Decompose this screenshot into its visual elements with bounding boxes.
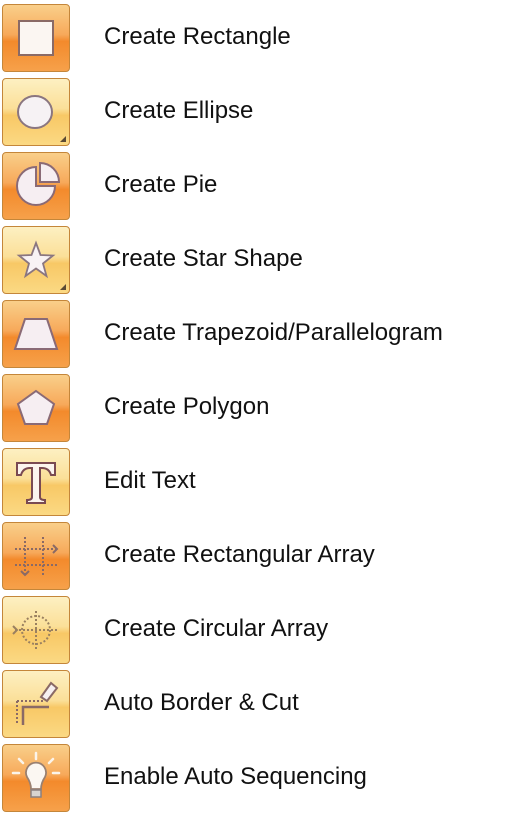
- tool-label: Create Rectangle: [104, 23, 291, 50]
- border-cut-icon[interactable]: [2, 670, 70, 738]
- tool-label: Create Ellipse: [104, 97, 254, 124]
- ellipse-icon[interactable]: [2, 78, 70, 146]
- dropdown-corner-icon: [60, 284, 66, 290]
- polygon-icon[interactable]: [2, 374, 70, 442]
- tool-label: Create Pie: [104, 171, 218, 198]
- tool-create-rectangle[interactable]: Create Rectangle: [0, 4, 523, 78]
- tool-label: Enable Auto Sequencing: [104, 763, 367, 790]
- trapezoid-icon[interactable]: [2, 300, 70, 368]
- tool-edit-text[interactable]: Edit Text: [0, 448, 523, 522]
- tool-create-rectangular-array[interactable]: Create Rectangular Array: [0, 522, 523, 596]
- dropdown-corner-icon: [60, 136, 66, 142]
- tool-label: Create Rectangular Array: [104, 541, 375, 568]
- tool-label: Create Circular Array: [104, 615, 329, 642]
- rectangle-icon[interactable]: [2, 4, 70, 72]
- tool-label: Create Polygon: [104, 393, 270, 420]
- tool-create-circular-array[interactable]: Create Circular Array: [0, 596, 523, 670]
- circular-array-icon[interactable]: [2, 596, 70, 664]
- text-icon[interactable]: [2, 448, 70, 516]
- tool-label: Edit Text: [104, 467, 196, 494]
- tool-enable-auto-sequencing[interactable]: Enable Auto Sequencing: [0, 744, 523, 818]
- tool-create-polygon[interactable]: Create Polygon: [0, 374, 523, 448]
- pie-icon[interactable]: [2, 152, 70, 220]
- tool-auto-border-cut[interactable]: Auto Border & Cut: [0, 670, 523, 744]
- tool-create-star-shape[interactable]: Create Star Shape: [0, 226, 523, 300]
- tool-label: Create Trapezoid/Parallelogram: [104, 319, 443, 346]
- tool-label: Auto Border & Cut: [104, 689, 299, 716]
- tool-label: Create Star Shape: [104, 245, 303, 272]
- tool-create-ellipse[interactable]: Create Ellipse: [0, 78, 523, 152]
- rectangular-array-icon[interactable]: [2, 522, 70, 590]
- tool-create-pie[interactable]: Create Pie: [0, 152, 523, 226]
- lightbulb-icon[interactable]: [2, 744, 70, 812]
- tool-create-trapezoid[interactable]: Create Trapezoid/Parallelogram: [0, 300, 523, 374]
- star-icon[interactable]: [2, 226, 70, 294]
